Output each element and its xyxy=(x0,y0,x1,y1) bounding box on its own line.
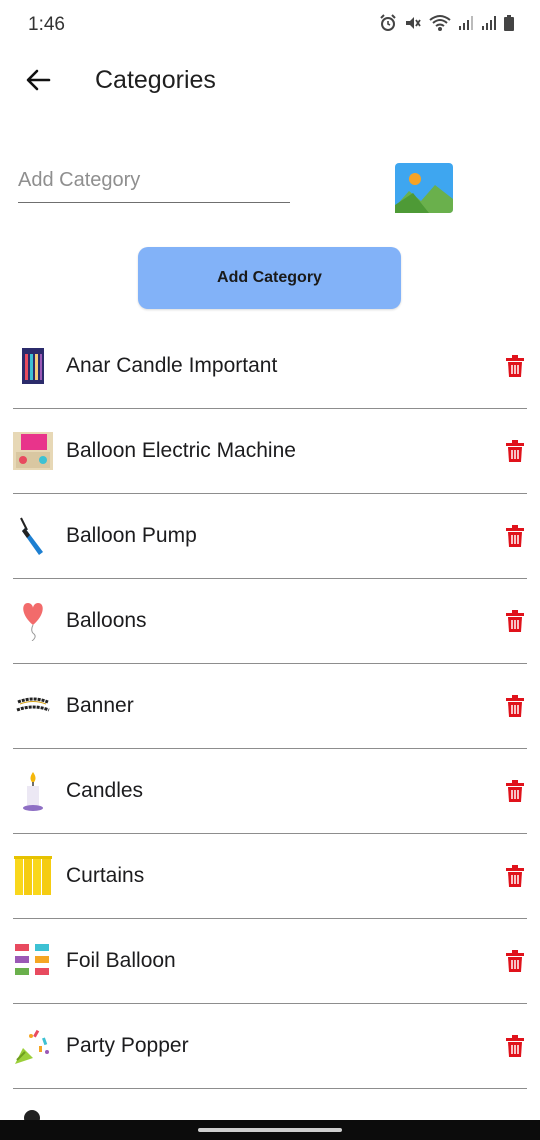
page-title: Categories xyxy=(95,66,216,94)
image-picker-button[interactable] xyxy=(395,163,453,213)
list-item[interactable]: Anar Candle Important xyxy=(13,324,527,409)
banner-thumbnail xyxy=(13,686,53,726)
app-bar: Categories xyxy=(0,52,540,110)
system-navigation-bar xyxy=(0,1120,540,1140)
category-name: Banner xyxy=(66,694,134,717)
curtain-thumbnail xyxy=(13,856,53,896)
trash-icon[interactable] xyxy=(505,525,525,547)
category-name-input[interactable] xyxy=(18,160,290,200)
signal-icon-2 xyxy=(481,15,497,36)
category-name: Balloon Electric Machine xyxy=(66,439,296,462)
machine-box-thumbnail xyxy=(13,431,53,471)
trash-icon[interactable] xyxy=(505,610,525,632)
list-item[interactable]: Balloons xyxy=(13,579,527,664)
category-name: Curtains xyxy=(66,864,145,887)
alarm-icon xyxy=(379,14,397,37)
wifi-icon xyxy=(429,14,451,37)
list-item[interactable]: Party Popper xyxy=(13,1004,527,1089)
foil-thumbnail xyxy=(13,941,53,981)
category-name: Foil Balloon xyxy=(66,949,176,972)
status-bar: 1:46 xyxy=(0,0,540,52)
category-name: Candles xyxy=(66,779,144,802)
popper-thumbnail xyxy=(13,1026,53,1066)
signal-icon xyxy=(458,15,474,36)
candle-thumbnail xyxy=(13,771,53,811)
image-icon xyxy=(395,163,453,213)
trash-icon[interactable] xyxy=(505,695,525,717)
status-time: 1:46 xyxy=(28,14,65,35)
category-name: Balloons xyxy=(66,609,147,632)
list-item[interactable]: Balloon Electric Machine xyxy=(13,409,527,494)
trash-icon[interactable] xyxy=(505,780,525,802)
list-item[interactable]: Balloon Pump xyxy=(13,494,527,579)
balloon-thumbnail xyxy=(13,601,53,641)
arrow-left-icon xyxy=(26,69,51,91)
candle-pack-thumbnail xyxy=(13,346,53,386)
home-gesture-handle[interactable] xyxy=(198,1128,342,1132)
list-item[interactable]: Candles xyxy=(13,749,527,834)
category-name: Party Popper xyxy=(66,1034,189,1057)
category-list: Anar Candle Important Balloon Electric M… xyxy=(13,324,527,1089)
category-name: Anar Candle Important xyxy=(66,354,278,377)
list-item[interactable]: Curtains xyxy=(13,834,527,919)
list-item[interactable]: Foil Balloon xyxy=(13,919,527,1004)
trash-icon[interactable] xyxy=(505,865,525,887)
back-button[interactable] xyxy=(20,62,56,98)
pump-thumbnail xyxy=(13,516,53,556)
trash-icon[interactable] xyxy=(505,1035,525,1057)
list-item[interactable]: Banner xyxy=(13,664,527,749)
status-icons xyxy=(379,14,514,37)
add-category-button[interactable]: Add Category xyxy=(138,247,401,309)
category-input-wrapper xyxy=(18,160,290,203)
trash-icon[interactable] xyxy=(505,950,525,972)
trash-icon[interactable] xyxy=(505,355,525,377)
trash-icon[interactable] xyxy=(505,440,525,462)
battery-icon xyxy=(504,15,514,36)
category-name: Balloon Pump xyxy=(66,524,197,547)
mute-icon xyxy=(404,14,422,37)
